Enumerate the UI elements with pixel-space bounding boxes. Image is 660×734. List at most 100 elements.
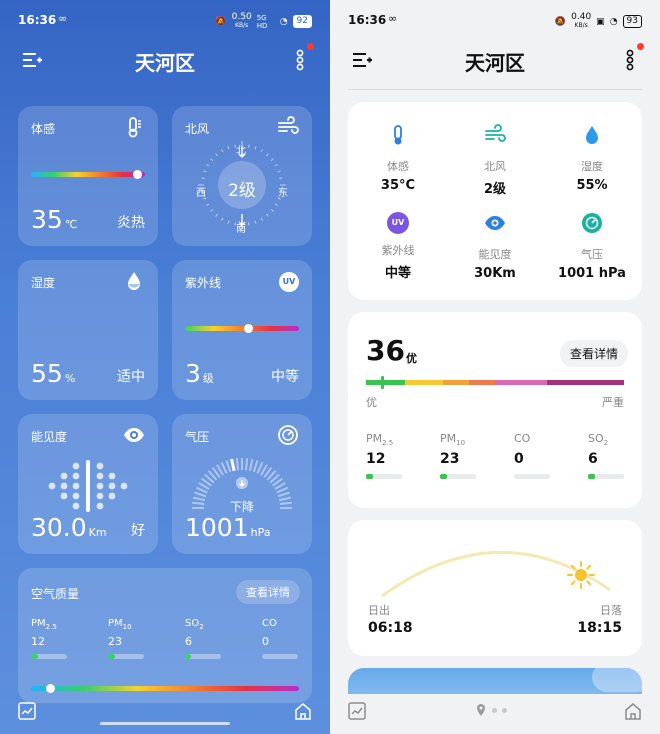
mute-icon: 🔕 [554,16,567,27]
pollutant-name: PM [366,432,383,445]
gauge-tick [230,458,236,472]
wind-card[interactable]: 北风 北 南 西 东 2级 [172,106,312,246]
compass-tick [270,209,274,212]
battery-level: 93 [622,15,642,28]
sunrise-label: 日出 [368,604,390,617]
air-quality-card[interactable]: 空气质量 查看详情 PM2.5 12 PM10 23 SO2 6 CO 0 [18,568,312,703]
wind-icon [485,124,506,142]
nfc-icon: ▣ [596,16,605,27]
trend-chart-icon[interactable] [18,702,36,720]
home-icon[interactable] [624,702,642,720]
visibility-dot [72,482,80,490]
detail-label: 体感 [387,160,409,173]
feels-state: 炎热 [117,215,145,231]
compass-tick [227,146,230,150]
weather-details-card[interactable]: 体感 35°C 北风 2级 湿度 55% UV 紫外线 中等 能见度 30Km … [348,102,642,300]
pollutant-level-fill [588,474,596,479]
visibility-card[interactable]: 能见度 30.0 Km 好 [18,414,158,554]
status-time: 16:36 [348,13,387,27]
page-indicator-dot [502,708,507,713]
card-label: 能见度 [31,430,68,444]
pollutant-item: SO2 6 [588,432,624,479]
detail-label: 北风 [484,160,506,173]
visibility-value: 30.0 [31,513,87,542]
aqi-card[interactable]: 36 优 查看详情 优 严重 PM2.5 12 PM10 23 CO 0 SO2 6 [348,312,642,508]
sunrise-sunset-card[interactable]: 日出 06:18 日落 18:15 [348,520,642,656]
uv-card[interactable]: 紫外线 UV 3级 中等 [172,260,312,400]
pollutant-level-fill [185,654,191,659]
sunset-label: 日落 [600,604,622,617]
compass-south: 南 [236,224,246,235]
net-unit: KB/s [235,22,249,29]
gauge-tick [277,491,290,498]
visibility-unit: Km [88,526,107,539]
header: 天河区 [0,43,330,76]
eye-icon [124,428,144,442]
compass-tick [260,149,263,153]
visibility-dot [60,492,68,500]
pollutant-level-bar [440,474,476,479]
pollutant-subscript: 10 [122,623,132,631]
visibility-dot [60,482,68,490]
pollutant-level-bar [366,474,402,479]
humidity-state: 适中 [117,369,145,385]
compass-tick [221,149,224,153]
compass-tick [274,164,278,167]
visibility-dots [48,460,128,512]
uv-icon: UV [387,212,409,234]
gauge-tick [235,458,240,471]
pollutant-value: 12 [31,635,45,648]
detail-value: 35°C [380,178,416,193]
pollutant-name: CO [514,432,531,445]
compass-tick [254,220,257,224]
humidity-card[interactable]: 湿度 55% 适中 [18,260,158,400]
pollutant-name: SO [185,618,200,629]
gauge-tick [256,461,264,474]
home-icon[interactable] [294,702,312,720]
visibility-dot [72,502,80,510]
card-label: 湿度 [31,276,56,290]
page-title: 天河区 [135,51,195,75]
pollutant-value: 23 [440,451,460,468]
pollutant-level-bar [588,474,624,479]
view-details-button[interactable]: 查看详情 [236,580,300,604]
link-icon: ∞ [388,12,398,25]
pollutant-value: 12 [366,451,386,468]
pollutant-subscript: 10 [456,439,466,448]
detail-visibility: 能见度 30Km [445,212,545,281]
pressure-card[interactable]: 气压 下降 1001 hPa [172,414,312,554]
pollutant-item: SO2 6 [185,618,221,659]
pollutant-name: PM [108,618,123,629]
feels-gradient-bar [31,170,145,179]
uv-gradient-bar [185,324,299,333]
pollutant-level-bar [514,474,550,479]
detail-label: 湿度 [581,160,603,173]
uv-value: 3 [185,359,201,388]
gauge-tick [248,458,254,472]
pollutant-item: PM2.5 12 [366,432,402,479]
visibility-dot [96,482,104,490]
more-options-icon[interactable] [626,49,634,71]
pollutant-level-bar [262,654,298,659]
feels-like-card[interactable]: 体感 35 ℃ 炎热 [18,106,158,246]
view-details-button[interactable]: 查看详情 [559,340,628,367]
pollutant-level-fill [366,474,374,479]
compass-tick [221,217,224,221]
trend-chart-icon[interactable] [348,702,366,720]
pollutant-level-bar [108,654,144,659]
visibility-dot [96,462,104,470]
uv-state: 中等 [271,369,299,385]
feels-knob [133,170,143,179]
detail-label: 紫外线 [381,244,415,257]
net-unit: KB/s [574,22,588,29]
more-options-icon[interactable] [296,49,304,71]
visibility-dot [72,472,80,480]
compass-tick [215,153,218,157]
detail-value: 中等 [384,266,411,281]
wifi-icon: ◔ [609,16,618,27]
right-screen: 16:36 ∞ 🔕 0.40 KB/s ▣ ◔ 93 天河区 体感 35°C 北风… [330,0,660,734]
card-label: 气压 [185,430,210,444]
compass-tick [210,158,214,161]
aqi-level: 优 [406,352,417,365]
aqi-gradient-bar [31,684,299,693]
